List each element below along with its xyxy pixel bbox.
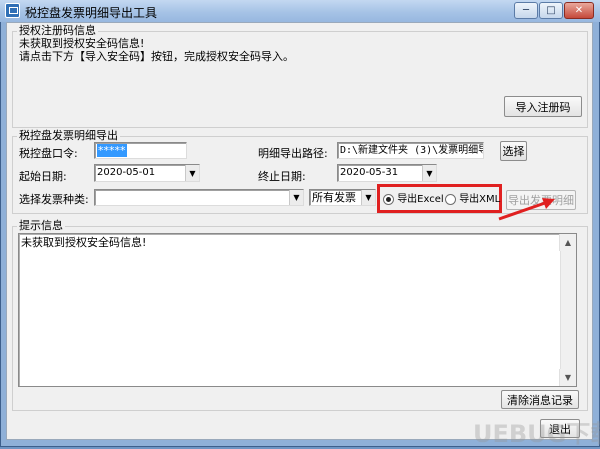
invoice-type-label: 选择发票种类: [19, 193, 89, 206]
scroll-up-icon[interactable]: ▲ [559, 234, 576, 251]
chevron-down-icon[interactable]: ▼ [289, 190, 303, 205]
radio-export-xml[interactable]: 导出XML [445, 193, 500, 206]
radio-indicator-unchecked [445, 193, 456, 205]
export-path-label: 明细导出路径: [258, 147, 328, 160]
invoice-scope-value: 所有发票 [312, 191, 356, 204]
auth-group-label: 授权注册码信息 [17, 24, 98, 37]
red-arrow-annotation [498, 198, 555, 221]
password-label: 税控盘口令: [19, 147, 78, 160]
start-date-picker[interactable]: 2020-05-01 ▼ [94, 164, 200, 182]
chevron-down-icon[interactable]: ▼ [361, 190, 375, 205]
start-date-label: 起始日期: [19, 170, 67, 183]
maximize-button[interactable]: □ [539, 2, 563, 19]
export-group-label: 税控盘发票明细导出 [17, 129, 120, 142]
close-button[interactable]: ✕ [564, 2, 594, 19]
minimize-button[interactable]: ─ [514, 2, 538, 19]
watermark: UEBUG下载 [473, 420, 600, 448]
password-value: ***** [97, 144, 127, 157]
invoice-scope-select[interactable]: 所有发票 ▼ [309, 189, 376, 206]
auth-message-line2: 请点击下方【导入安全码】按钮，完成授权安全码导入。 [19, 50, 294, 63]
radio-excel-label: 导出Excel [397, 194, 444, 205]
end-date-value: 2020-05-31 [340, 167, 399, 178]
start-date-value: 2020-05-01 [97, 167, 156, 178]
export-path-input[interactable]: D:\新建文件夹 (3)\发票明细导出 [337, 142, 484, 159]
end-date-picker[interactable]: 2020-05-31 ▼ [337, 164, 437, 182]
app-icon [5, 3, 20, 18]
import-code-button[interactable]: 导入注册码 [504, 96, 582, 117]
scrollbar[interactable]: ▲ ▼ [559, 234, 576, 386]
clear-log-button[interactable]: 清除消息记录 [501, 390, 579, 409]
password-input[interactable]: ***** [94, 142, 187, 159]
browse-button[interactable]: 选择 [500, 141, 527, 161]
radio-export-excel[interactable]: 导出Excel [383, 193, 444, 206]
invoice-type-select[interactable]: ▼ [94, 189, 304, 206]
title-bar[interactable]: 税控盘发票明细导出工具 ─ □ ✕ [0, 0, 600, 22]
radio-indicator-checked [383, 193, 394, 205]
log-text: 未获取到授权安全码信息! [21, 236, 147, 249]
chevron-down-icon[interactable]: ▼ [185, 165, 199, 181]
scroll-down-icon[interactable]: ▼ [559, 369, 576, 386]
log-textarea[interactable]: 未获取到授权安全码信息! ▲ ▼ [18, 233, 577, 387]
info-group-label: 提示信息 [17, 219, 65, 232]
end-date-label: 终止日期: [258, 170, 306, 183]
chevron-down-icon[interactable]: ▼ [422, 165, 436, 181]
window-title: 税控盘发票明细导出工具 [25, 6, 158, 20]
auth-message-line1: 未获取到授权安全码信息! [19, 37, 145, 50]
client-area: 授权注册码信息 未获取到授权安全码信息! 请点击下方【导入安全码】按钮，完成授权… [6, 22, 600, 448]
